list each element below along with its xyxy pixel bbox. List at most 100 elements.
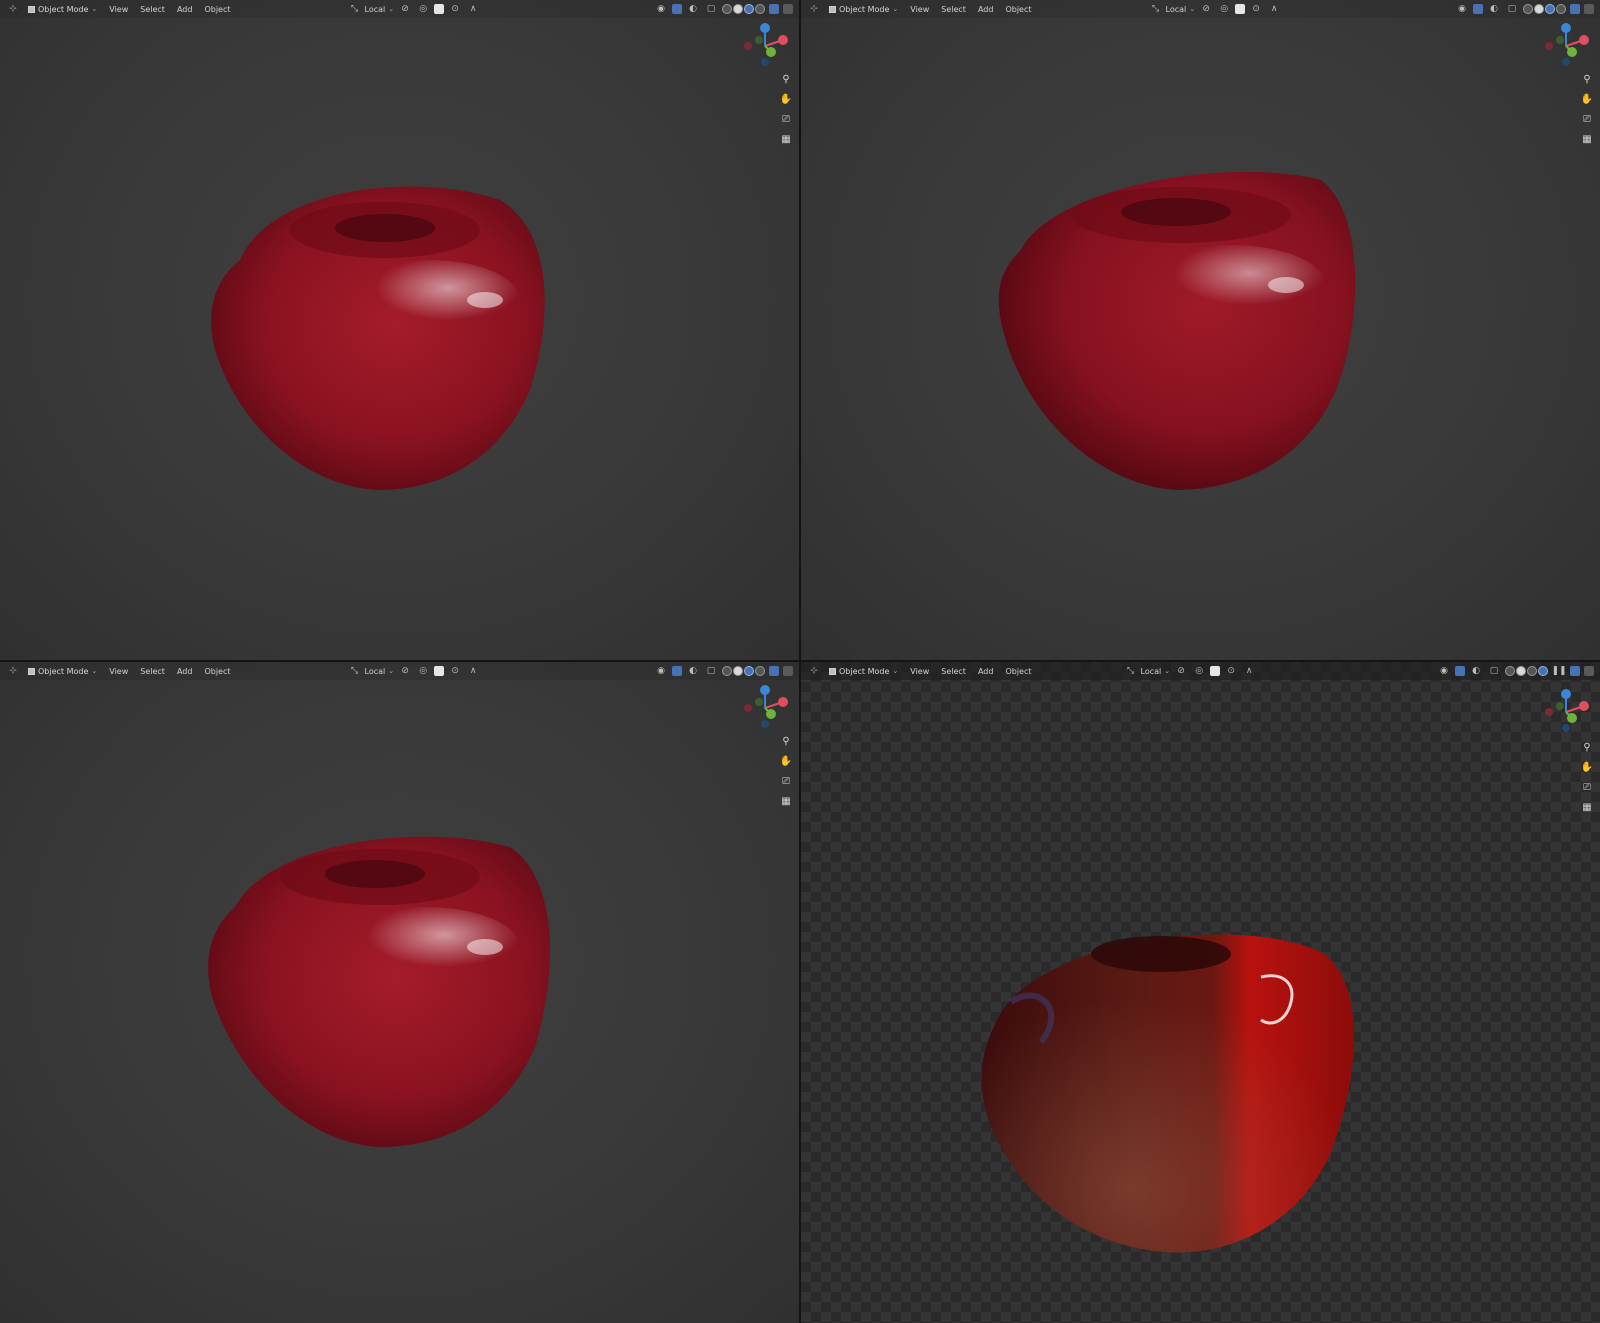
xray-icon[interactable]: ▢ [704,665,718,677]
menu-select[interactable]: Select [937,5,970,14]
apple-model[interactable] [971,902,1371,1262]
object-mode-dropdown[interactable]: Object Mode ⌄ [825,2,902,16]
wireframe-shading-icon[interactable] [722,666,732,676]
zoom-icon[interactable]: ⚲ [779,734,793,748]
menu-view[interactable]: View [105,5,132,14]
material-preview-icon[interactable] [1527,666,1537,676]
material-preview-icon[interactable] [744,666,754,676]
apple-model[interactable] [200,822,565,1157]
xray-icon[interactable]: ▢ [1505,3,1519,15]
transform-orientation-dropdown[interactable]: ⤡ Local ⌄ [348,3,394,15]
perspective-toggle-icon[interactable]: ▦ [1580,800,1594,814]
snap-icon[interactable]: ⊘ [398,665,412,677]
solid-shading-icon[interactable] [733,4,743,14]
snap-icon[interactable]: ⊘ [1199,3,1213,15]
editor-type-icon[interactable]: ⊹ [6,3,20,15]
transform-orientation-dropdown[interactable]: ⤡ Local ⌄ [1124,665,1170,677]
snap-icon[interactable]: ⊘ [398,3,412,15]
menu-select[interactable]: Select [136,667,169,676]
camera-lock-icon[interactable] [1570,666,1580,676]
pivot-point-icon[interactable]: ⊙ [448,3,462,15]
zoom-icon[interactable]: ⚲ [779,72,793,86]
gizmo-toggle-icon[interactable] [1455,666,1465,676]
perspective-toggle-icon[interactable]: ▦ [779,794,793,808]
hand-pan-icon[interactable]: ✋ [779,92,793,106]
menu-add[interactable]: Add [173,5,197,14]
solid-shading-icon[interactable] [1516,666,1526,676]
zoom-icon[interactable]: ⚲ [1580,72,1594,86]
overlay-toggle-icon[interactable]: ◐ [686,665,700,677]
wireframe-shading-icon[interactable] [722,4,732,14]
camera-lock-icon[interactable] [1570,4,1580,14]
menu-view[interactable]: View [906,5,933,14]
sidebar-toggle-icon[interactable] [1584,666,1594,676]
object-mode-dropdown[interactable]: Object Mode ⌄ [825,664,902,678]
menu-view[interactable]: View [906,667,933,676]
perspective-toggle-icon[interactable]: ▦ [779,132,793,146]
object-visibility-icon[interactable]: ◉ [654,665,668,677]
rendered-shading-icon[interactable] [755,4,765,14]
overlay-toggle-icon[interactable]: ◐ [1487,3,1501,15]
proportional-editing-icon[interactable]: ◎ [1217,3,1231,15]
rendered-shading-icon[interactable] [1538,666,1548,676]
snap-target-icon[interactable] [1210,666,1221,676]
menu-select[interactable]: Select [136,5,169,14]
proportional-editing-icon[interactable]: ◎ [416,3,430,15]
viewport-top-right[interactable]: ⊹ Object Mode ⌄ View Select Add Object ⤡ L… [801,0,1600,660]
falloff-icon[interactable]: ∧ [466,3,480,15]
transform-orientation-dropdown[interactable]: ⤡ Local ⌄ [348,665,394,677]
editor-type-icon[interactable]: ⊹ [807,665,821,677]
proportional-editing-icon[interactable]: ◎ [416,665,430,677]
overlay-toggle-icon[interactable]: ◐ [686,3,700,15]
menu-view[interactable]: View [105,667,132,676]
gizmo-toggle-icon[interactable] [672,4,682,14]
solid-shading-icon[interactable] [1534,4,1544,14]
menu-object[interactable]: Object [1001,667,1035,676]
editor-type-icon[interactable]: ⊹ [807,3,821,15]
menu-add[interactable]: Add [974,5,998,14]
menu-object[interactable]: Object [200,667,234,676]
hand-pan-icon[interactable]: ✋ [779,754,793,768]
editor-type-icon[interactable]: ⊹ [6,665,20,677]
falloff-icon[interactable]: ∧ [1267,3,1281,15]
pause-icon[interactable]: ❚❚ [1551,665,1566,677]
sidebar-toggle-icon[interactable] [1584,4,1594,14]
hand-pan-icon[interactable]: ✋ [1580,760,1594,774]
menu-object[interactable]: Object [200,5,234,14]
proportional-editing-icon[interactable]: ◎ [1192,665,1206,677]
overlay-toggle-icon[interactable]: ◐ [1469,665,1483,677]
rendered-shading-icon[interactable] [755,666,765,676]
object-mode-dropdown[interactable]: Object Mode ⌄ [24,2,101,16]
camera-view-icon[interactable]: ⎚ [1580,780,1594,794]
snap-icon[interactable]: ⊘ [1174,665,1188,677]
falloff-icon[interactable]: ∧ [466,665,480,677]
object-visibility-icon[interactable]: ◉ [1437,665,1451,677]
gizmo-toggle-icon[interactable] [672,666,682,676]
navigation-gizmo[interactable] [1542,688,1592,734]
pivot-point-icon[interactable]: ⊙ [1249,3,1263,15]
menu-select[interactable]: Select [937,667,970,676]
object-visibility-icon[interactable]: ◉ [1455,3,1469,15]
zoom-icon[interactable]: ⚲ [1580,740,1594,754]
rendered-shading-icon[interactable] [1556,4,1566,14]
camera-lock-icon[interactable] [769,4,779,14]
menu-add[interactable]: Add [173,667,197,676]
navigation-gizmo[interactable] [1542,22,1592,68]
camera-view-icon[interactable]: ⎚ [779,774,793,788]
camera-view-icon[interactable]: ⎚ [779,112,793,126]
apple-model[interactable] [991,160,1371,500]
object-mode-dropdown[interactable]: Object Mode ⌄ [24,664,101,678]
falloff-icon[interactable]: ∧ [1242,665,1256,677]
menu-add[interactable]: Add [974,667,998,676]
apple-model[interactable] [200,170,560,500]
viewport-bottom-right[interactable]: ⊹ Object Mode ⌄ View Select Add Object ⤡ L… [801,662,1600,1323]
navigation-gizmo[interactable] [741,684,791,730]
gizmo-toggle-icon[interactable] [1473,4,1483,14]
xray-icon[interactable]: ▢ [704,3,718,15]
viewport-top-left[interactable]: ⊹ Object Mode ⌄ View Select Add Object ⤡ L… [0,0,799,660]
snap-target-icon[interactable] [434,666,445,676]
pivot-point-icon[interactable]: ⊙ [1224,665,1238,677]
camera-view-icon[interactable]: ⎚ [1580,112,1594,126]
sidebar-toggle-icon[interactable] [783,666,793,676]
solid-shading-icon[interactable] [733,666,743,676]
